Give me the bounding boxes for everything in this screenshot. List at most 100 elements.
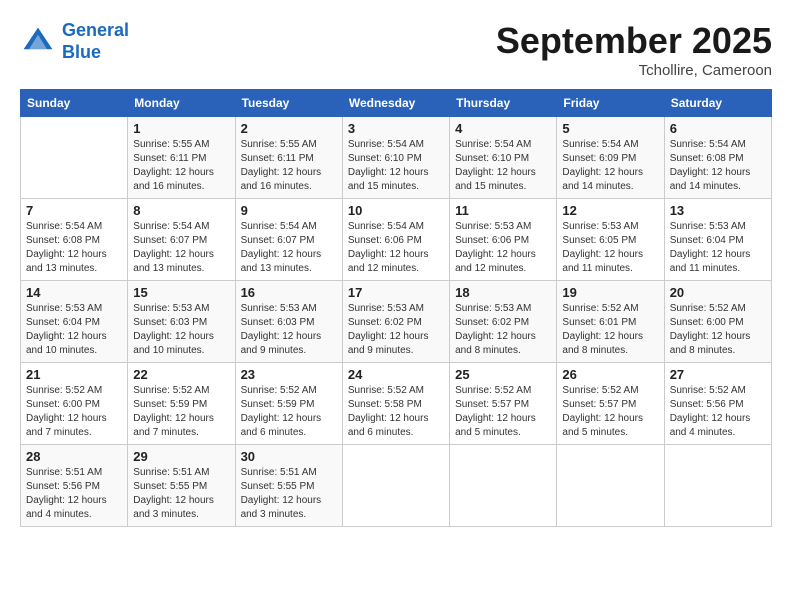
- day-cell: 1 Sunrise: 5:55 AMSunset: 6:11 PMDayligh…: [128, 117, 235, 199]
- day-number: 17: [348, 285, 444, 300]
- day-info: Sunrise: 5:55 AMSunset: 6:11 PMDaylight:…: [133, 138, 229, 194]
- weekday-header-sunday: Sunday: [21, 90, 128, 117]
- day-cell: 5 Sunrise: 5:54 AMSunset: 6:09 PMDayligh…: [557, 117, 664, 199]
- logo: General Blue: [20, 20, 129, 63]
- weekday-header-friday: Friday: [557, 90, 664, 117]
- day-cell: 3 Sunrise: 5:54 AMSunset: 6:10 PMDayligh…: [342, 117, 449, 199]
- week-row-5: 28 Sunrise: 5:51 AMSunset: 5:56 PMDaylig…: [21, 445, 772, 527]
- day-info: Sunrise: 5:52 AMSunset: 5:56 PMDaylight:…: [670, 384, 766, 440]
- day-cell: 2 Sunrise: 5:55 AMSunset: 6:11 PMDayligh…: [235, 117, 342, 199]
- day-number: 30: [241, 449, 337, 464]
- day-info: Sunrise: 5:52 AMSunset: 6:01 PMDaylight:…: [562, 302, 658, 358]
- day-info: Sunrise: 5:53 AMSunset: 6:02 PMDaylight:…: [455, 302, 551, 358]
- week-row-2: 7 Sunrise: 5:54 AMSunset: 6:08 PMDayligh…: [21, 199, 772, 281]
- day-info: Sunrise: 5:53 AMSunset: 6:03 PMDaylight:…: [241, 302, 337, 358]
- day-cell: 9 Sunrise: 5:54 AMSunset: 6:07 PMDayligh…: [235, 199, 342, 281]
- day-info: Sunrise: 5:53 AMSunset: 6:04 PMDaylight:…: [670, 220, 766, 276]
- day-cell: 15 Sunrise: 5:53 AMSunset: 6:03 PMDaylig…: [128, 281, 235, 363]
- day-cell: 25 Sunrise: 5:52 AMSunset: 5:57 PMDaylig…: [450, 363, 557, 445]
- week-row-3: 14 Sunrise: 5:53 AMSunset: 6:04 PMDaylig…: [21, 281, 772, 363]
- day-cell: 14 Sunrise: 5:53 AMSunset: 6:04 PMDaylig…: [21, 281, 128, 363]
- day-cell: 29 Sunrise: 5:51 AMSunset: 5:55 PMDaylig…: [128, 445, 235, 527]
- day-info: Sunrise: 5:53 AMSunset: 6:02 PMDaylight:…: [348, 302, 444, 358]
- day-info: Sunrise: 5:54 AMSunset: 6:09 PMDaylight:…: [562, 138, 658, 194]
- weekday-header-thursday: Thursday: [450, 90, 557, 117]
- day-info: Sunrise: 5:52 AMSunset: 6:00 PMDaylight:…: [670, 302, 766, 358]
- day-info: Sunrise: 5:52 AMSunset: 5:57 PMDaylight:…: [455, 384, 551, 440]
- day-info: Sunrise: 5:54 AMSunset: 6:07 PMDaylight:…: [133, 220, 229, 276]
- day-number: 20: [670, 285, 766, 300]
- day-number: 10: [348, 203, 444, 218]
- day-cell: [21, 117, 128, 199]
- day-number: 12: [562, 203, 658, 218]
- day-number: 3: [348, 121, 444, 136]
- day-cell: 7 Sunrise: 5:54 AMSunset: 6:08 PMDayligh…: [21, 199, 128, 281]
- day-cell: 30 Sunrise: 5:51 AMSunset: 5:55 PMDaylig…: [235, 445, 342, 527]
- day-number: 15: [133, 285, 229, 300]
- day-info: Sunrise: 5:51 AMSunset: 5:55 PMDaylight:…: [133, 466, 229, 522]
- day-cell: 19 Sunrise: 5:52 AMSunset: 6:01 PMDaylig…: [557, 281, 664, 363]
- day-number: 25: [455, 367, 551, 382]
- day-info: Sunrise: 5:52 AMSunset: 5:59 PMDaylight:…: [133, 384, 229, 440]
- day-cell: 4 Sunrise: 5:54 AMSunset: 6:10 PMDayligh…: [450, 117, 557, 199]
- location: Tchollire, Cameroon: [496, 62, 772, 79]
- day-cell: 16 Sunrise: 5:53 AMSunset: 6:03 PMDaylig…: [235, 281, 342, 363]
- logo-text: General Blue: [62, 20, 129, 63]
- day-info: Sunrise: 5:54 AMSunset: 6:06 PMDaylight:…: [348, 220, 444, 276]
- day-number: 19: [562, 285, 658, 300]
- day-number: 29: [133, 449, 229, 464]
- day-number: 7: [26, 203, 122, 218]
- day-cell: [557, 445, 664, 527]
- logo-line1: General: [62, 20, 129, 40]
- day-cell: [450, 445, 557, 527]
- day-info: Sunrise: 5:54 AMSunset: 6:10 PMDaylight:…: [348, 138, 444, 194]
- day-number: 23: [241, 367, 337, 382]
- day-cell: 21 Sunrise: 5:52 AMSunset: 6:00 PMDaylig…: [21, 363, 128, 445]
- day-number: 11: [455, 203, 551, 218]
- weekday-header-tuesday: Tuesday: [235, 90, 342, 117]
- day-number: 28: [26, 449, 122, 464]
- day-number: 4: [455, 121, 551, 136]
- logo-line2: Blue: [62, 42, 101, 62]
- day-info: Sunrise: 5:52 AMSunset: 5:59 PMDaylight:…: [241, 384, 337, 440]
- day-cell: [342, 445, 449, 527]
- day-info: Sunrise: 5:54 AMSunset: 6:07 PMDaylight:…: [241, 220, 337, 276]
- day-info: Sunrise: 5:54 AMSunset: 6:08 PMDaylight:…: [670, 138, 766, 194]
- month-title: September 2025: [496, 20, 772, 62]
- day-info: Sunrise: 5:52 AMSunset: 5:57 PMDaylight:…: [562, 384, 658, 440]
- logo-icon: [20, 24, 56, 60]
- day-cell: 8 Sunrise: 5:54 AMSunset: 6:07 PMDayligh…: [128, 199, 235, 281]
- day-number: 13: [670, 203, 766, 218]
- day-number: 26: [562, 367, 658, 382]
- day-cell: 11 Sunrise: 5:53 AMSunset: 6:06 PMDaylig…: [450, 199, 557, 281]
- day-info: Sunrise: 5:52 AMSunset: 5:58 PMDaylight:…: [348, 384, 444, 440]
- day-number: 18: [455, 285, 551, 300]
- day-cell: 20 Sunrise: 5:52 AMSunset: 6:00 PMDaylig…: [664, 281, 771, 363]
- day-info: Sunrise: 5:51 AMSunset: 5:56 PMDaylight:…: [26, 466, 122, 522]
- week-row-4: 21 Sunrise: 5:52 AMSunset: 6:00 PMDaylig…: [21, 363, 772, 445]
- day-info: Sunrise: 5:53 AMSunset: 6:06 PMDaylight:…: [455, 220, 551, 276]
- weekday-header-saturday: Saturday: [664, 90, 771, 117]
- week-row-1: 1 Sunrise: 5:55 AMSunset: 6:11 PMDayligh…: [21, 117, 772, 199]
- day-info: Sunrise: 5:53 AMSunset: 6:04 PMDaylight:…: [26, 302, 122, 358]
- day-cell: 6 Sunrise: 5:54 AMSunset: 6:08 PMDayligh…: [664, 117, 771, 199]
- day-info: Sunrise: 5:51 AMSunset: 5:55 PMDaylight:…: [241, 466, 337, 522]
- day-info: Sunrise: 5:54 AMSunset: 6:08 PMDaylight:…: [26, 220, 122, 276]
- day-number: 22: [133, 367, 229, 382]
- day-number: 8: [133, 203, 229, 218]
- day-info: Sunrise: 5:54 AMSunset: 6:10 PMDaylight:…: [455, 138, 551, 194]
- day-number: 6: [670, 121, 766, 136]
- day-cell: 10 Sunrise: 5:54 AMSunset: 6:06 PMDaylig…: [342, 199, 449, 281]
- weekday-header-wednesday: Wednesday: [342, 90, 449, 117]
- title-block: September 2025 Tchollire, Cameroon: [496, 20, 772, 79]
- day-number: 16: [241, 285, 337, 300]
- day-cell: 26 Sunrise: 5:52 AMSunset: 5:57 PMDaylig…: [557, 363, 664, 445]
- day-number: 1: [133, 121, 229, 136]
- day-number: 27: [670, 367, 766, 382]
- day-cell: 28 Sunrise: 5:51 AMSunset: 5:56 PMDaylig…: [21, 445, 128, 527]
- day-cell: 24 Sunrise: 5:52 AMSunset: 5:58 PMDaylig…: [342, 363, 449, 445]
- day-info: Sunrise: 5:55 AMSunset: 6:11 PMDaylight:…: [241, 138, 337, 194]
- weekday-header-monday: Monday: [128, 90, 235, 117]
- day-cell: 27 Sunrise: 5:52 AMSunset: 5:56 PMDaylig…: [664, 363, 771, 445]
- day-number: 21: [26, 367, 122, 382]
